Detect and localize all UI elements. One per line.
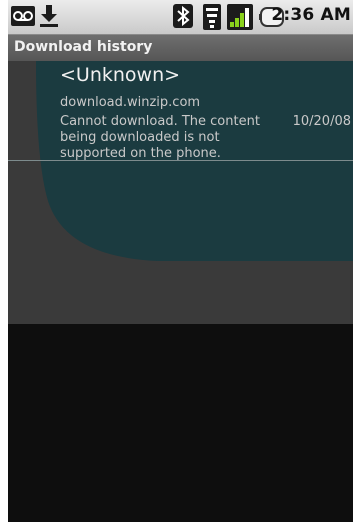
download-host: download.winzip.com [60,95,201,110]
screenshot-frame: 2:36 AM Download history <Unknown> downl… [0,0,353,527]
signal-icon [227,4,253,30]
page-title: Download history [14,39,153,55]
wifi-icon [203,4,221,30]
empty-area [8,324,353,522]
download-date: 10/20/08 [292,114,351,129]
download-name: <Unknown> [60,64,181,86]
status-bar[interactable]: 2:36 AM [8,0,353,34]
bluetooth-icon [173,4,193,28]
phone-screen: 2:36 AM Download history <Unknown> downl… [8,0,353,522]
download-list-item[interactable]: <Unknown> download.winzip.com Cannot dow… [8,61,353,161]
title-bar: Download history [8,34,353,62]
download-status-message: Cannot download. The content being downl… [60,114,260,161]
status-clock: 2:36 AM [271,5,351,25]
voicemail-icon [11,6,35,26]
download-icon [40,5,58,27]
list-divider [8,160,353,161]
